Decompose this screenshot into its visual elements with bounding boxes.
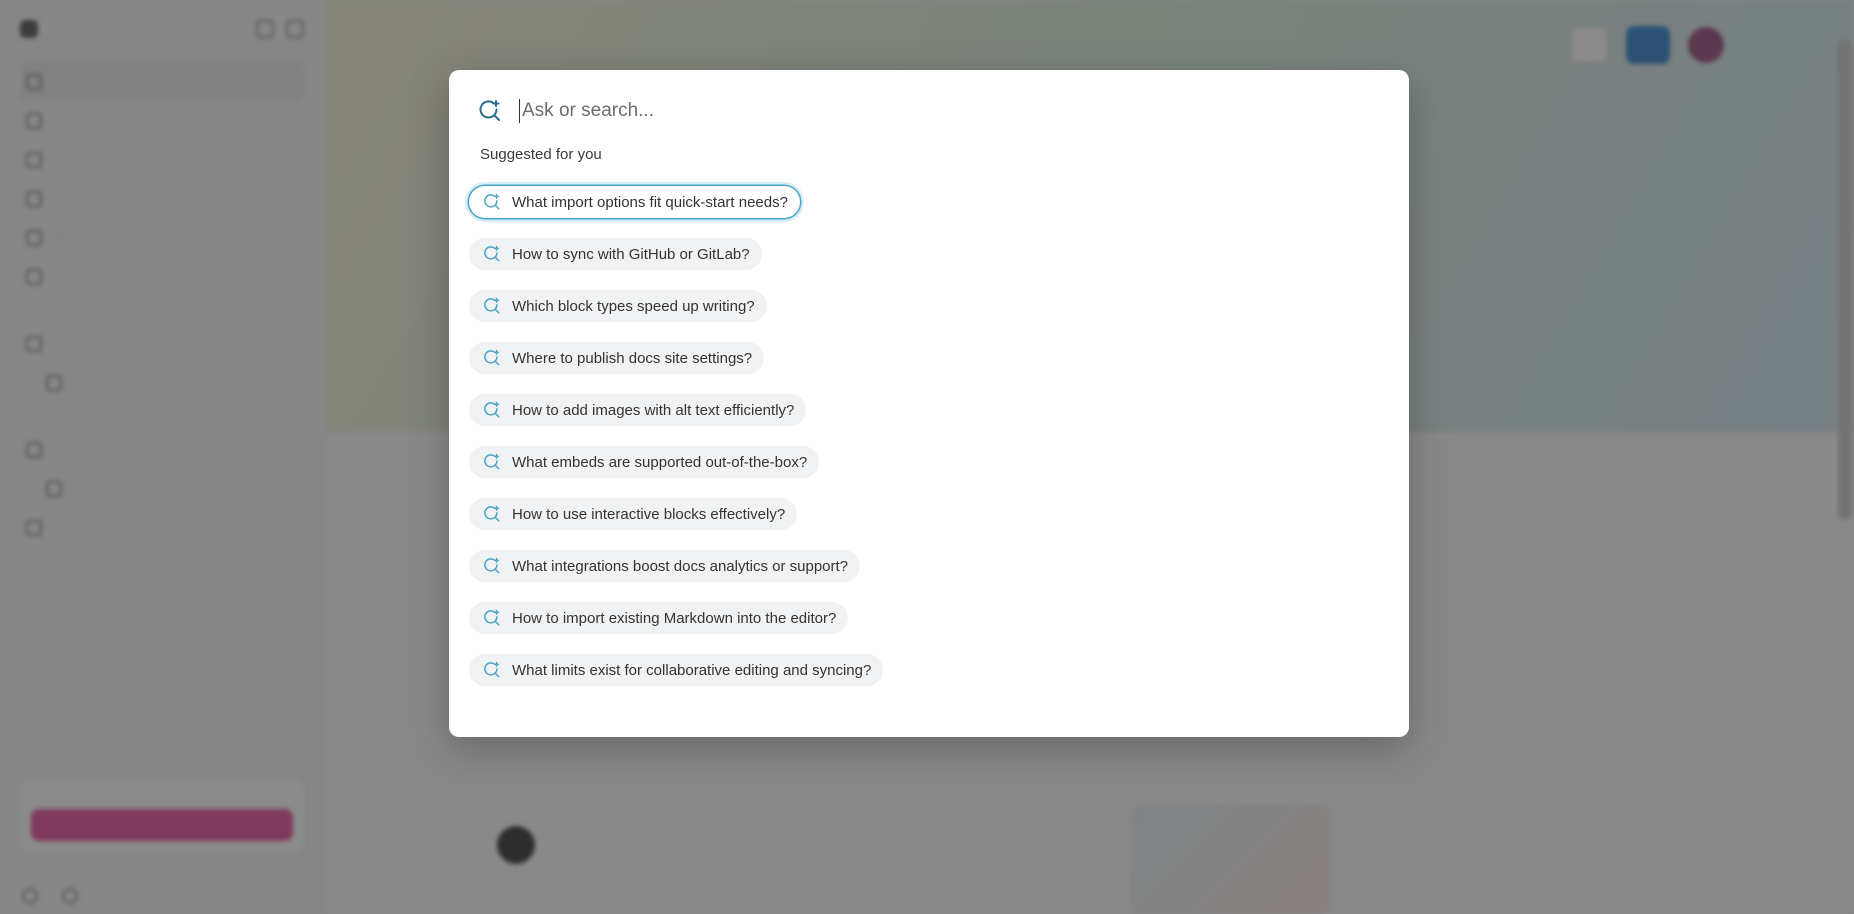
suggestion-text: Where to publish docs site settings? (512, 349, 753, 367)
suggestion-list-item: Where to publish docs site settings? (469, 342, 883, 394)
suggestion-text: How to add images with alt text efficien… (512, 401, 795, 419)
ask-ai-search-icon (482, 556, 502, 576)
suggestion-list-item: What integrations boost docs analytics o… (469, 550, 883, 602)
suggestion-list-item: How to use interactive blocks effectivel… (469, 498, 883, 550)
search-input[interactable] (519, 99, 1381, 123)
suggestion-text: What integrations boost docs analytics o… (512, 557, 849, 575)
suggestion-chip[interactable]: What import options fit quick-start need… (469, 186, 800, 218)
ask-ai-search-icon (482, 296, 502, 316)
suggestion-list-item: How to sync with GitHub or GitLab? (469, 238, 883, 290)
ask-ai-search-icon (482, 608, 502, 628)
ask-ai-search-icon (482, 504, 502, 524)
suggestion-text: How to sync with GitHub or GitLab? (512, 245, 750, 263)
suggestion-list-item: What import options fit quick-start need… (469, 186, 883, 238)
suggestion-chip[interactable]: Which block types speed up writing? (469, 290, 767, 322)
suggestions-heading: Suggested for you (480, 146, 602, 163)
suggestion-list-item: What embeds are supported out-of-the-box… (469, 446, 883, 498)
suggestion-chip[interactable]: How to import existing Markdown into the… (469, 602, 849, 634)
suggestion-chip[interactable]: How to use interactive blocks effectivel… (469, 498, 798, 530)
ask-ai-search-icon (477, 98, 503, 124)
search-modal: Suggested for you What import options fi… (449, 70, 1409, 737)
suggestion-text: Which block types speed up writing? (512, 297, 755, 315)
suggestion-chip[interactable]: What integrations boost docs analytics o… (469, 550, 861, 582)
ask-ai-search-icon (482, 192, 502, 212)
suggestion-chip[interactable]: What limits exist for collaborative edit… (469, 654, 884, 686)
search-bar (477, 88, 1381, 134)
suggestion-chip[interactable]: What embeds are supported out-of-the-box… (469, 446, 820, 478)
suggestion-text: How to use interactive blocks effectivel… (512, 505, 786, 523)
suggestion-chip[interactable]: How to sync with GitHub or GitLab? (469, 238, 762, 270)
suggestion-chip[interactable]: How to add images with alt text efficien… (469, 394, 807, 426)
suggestion-chip[interactable]: Where to publish docs site settings? (469, 342, 765, 374)
suggestion-list-item: What limits exist for collaborative edit… (469, 654, 884, 706)
ask-ai-search-icon (482, 660, 502, 680)
suggestion-text: What import options fit quick-start need… (512, 193, 788, 211)
suggestions-list: What import options fit quick-start need… (469, 186, 884, 706)
ask-ai-search-icon (482, 244, 502, 264)
ask-ai-search-icon (482, 348, 502, 368)
suggestion-text: How to import existing Markdown into the… (512, 609, 837, 627)
suggestion-text: What limits exist for collaborative edit… (512, 661, 872, 679)
suggestion-list-item: How to add images with alt text efficien… (469, 394, 883, 446)
ask-ai-search-icon (482, 452, 502, 472)
suggestion-list-item: Which block types speed up writing? (469, 290, 883, 342)
suggestion-text: What embeds are supported out-of-the-box… (512, 453, 808, 471)
suggestion-list-item: How to import existing Markdown into the… (469, 602, 883, 654)
ask-ai-search-icon (482, 400, 502, 420)
